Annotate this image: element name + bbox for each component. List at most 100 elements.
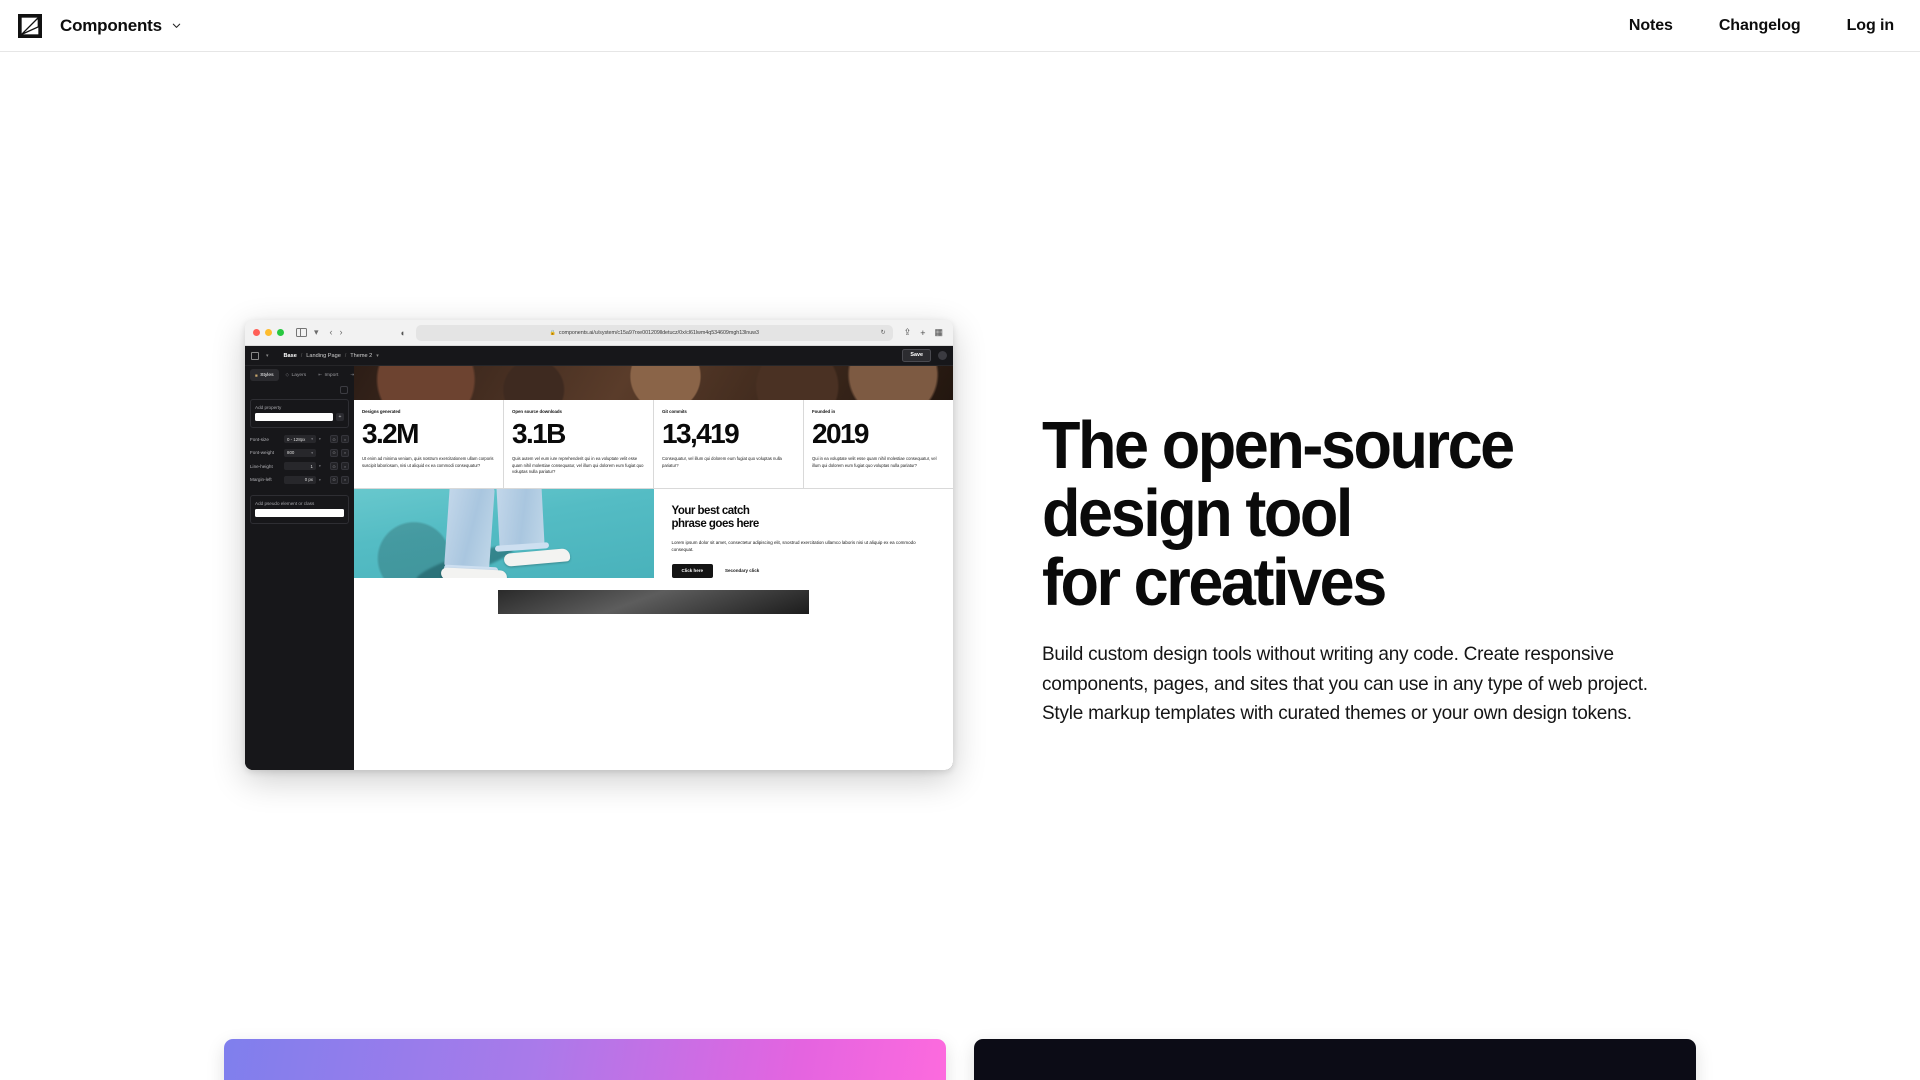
property-value-select[interactable]: 0 - 128px ▾	[284, 435, 316, 443]
stat-value: 13,419	[662, 418, 740, 449]
breadcrumb-item-base[interactable]: Base	[284, 353, 297, 359]
target-icon[interactable]: ⊙	[330, 475, 338, 484]
remove-icon[interactable]: ×	[341, 475, 349, 484]
save-button[interactable]: Save	[902, 349, 931, 362]
preview-feature-copy: Your best catch phrase goes here Lorem i…	[654, 489, 954, 578]
preview-primary-button[interactable]: Click here	[671, 564, 714, 578]
editor-sidebar: ■ Styles ◇ Layers ⇤ Import ⇥ Add propert…	[245, 366, 371, 770]
chevron-down-icon[interactable]: ▾	[319, 478, 321, 482]
page-title: The open-source design tool for creative…	[1042, 408, 1515, 620]
add-pseudo-panel: Add pseudo element or class	[250, 494, 349, 524]
add-property-row: +	[255, 413, 344, 421]
stat-label: Open source downloads	[512, 409, 562, 414]
window-traffic-lights[interactable]	[253, 329, 284, 336]
breadcrumb-separator: /	[344, 352, 347, 359]
logo-square-diagonal-icon[interactable]	[18, 13, 42, 38]
chevron-down-icon[interactable]: ▾	[266, 353, 269, 359]
chevron-down-icon[interactable]: ▾	[314, 328, 319, 337]
tab-import[interactable]: ⇤ Import	[313, 369, 343, 381]
row-actions: ⊙ ×	[330, 435, 349, 443]
chevron-down-icon[interactable]: ▾	[376, 353, 379, 359]
dark-card[interactable]	[974, 1039, 1696, 1080]
chevron-down-icon[interactable]: ▾	[319, 437, 321, 441]
sidebar-toggle-icon[interactable]	[296, 328, 307, 337]
stat-label: Founded in	[812, 409, 836, 414]
property-key: Line-height	[250, 463, 273, 469]
tab-layers-label: Layers	[291, 372, 307, 378]
breadcrumb-separator: /	[300, 352, 303, 359]
minimize-window-button[interactable]	[265, 329, 272, 336]
breadcrumb-item-landing-page[interactable]: Landing Page	[306, 353, 341, 359]
editor-body: ■ Styles ◇ Layers ⇤ Import ⇥ Add propert…	[245, 366, 953, 770]
table-row: Margin-left 0 px ▾ ⊙ ×	[250, 475, 349, 484]
property-value-input[interactable]: 1	[284, 462, 316, 470]
stat-label: Designs generated	[362, 409, 401, 414]
editor-top-actions: Save	[902, 349, 947, 362]
target-icon[interactable]: ⊙	[330, 462, 338, 470]
plus-icon[interactable]: +	[336, 413, 344, 421]
hero-subcopy: Build custom design tools without writin…	[1042, 642, 1648, 725]
stat-body: Ut enim ad minima veniam, quis nostrum e…	[362, 456, 494, 468]
chevron-left-icon[interactable]: ‹	[330, 328, 333, 337]
browser-chrome-bar: ▾ ‹ › ◖ 🔒 components.ai/u/system/c15a97r…	[245, 320, 953, 346]
tab-styles-label: Styles	[260, 372, 274, 378]
target-icon[interactable]: ⊙	[330, 435, 338, 443]
palette-icon: ■	[255, 372, 258, 378]
expand-icon[interactable]	[340, 386, 348, 394]
reload-icon[interactable]: ↻	[881, 329, 886, 336]
nav-link-changelog[interactable]: Changelog	[1719, 17, 1801, 35]
brand-dropdown[interactable]: Components	[60, 16, 182, 36]
sidebar-utility-row	[250, 386, 349, 394]
remove-icon[interactable]: ×	[341, 435, 349, 443]
page-root: Components Notes Changelog Log in ▾ ‹ › …	[0, 0, 1920, 1080]
browser-mockup: ▾ ‹ › ◖ 🔒 components.ai/u/system/c15a97r…	[245, 320, 953, 770]
avatar[interactable]	[938, 351, 947, 360]
add-property-input[interactable]	[255, 413, 333, 421]
privacy-shield-icon[interactable]: ◖	[400, 328, 405, 338]
nav-link-login[interactable]: Log in	[1847, 17, 1894, 35]
tab-import-label: Import	[324, 372, 339, 378]
property-value-input[interactable]: 0 px	[284, 475, 316, 484]
table-row: Line-height 1 ▾ ⊙ ×	[250, 462, 349, 470]
browser-address-bar[interactable]: 🔒 components.ai/u/system/c15a97rxe001209…	[415, 324, 893, 341]
chevron-down-icon[interactable]: ▾	[319, 464, 321, 468]
show-tabs-icon[interactable]: ▦	[934, 327, 943, 338]
remove-icon[interactable]: ×	[341, 448, 349, 457]
layers-icon: ◇	[285, 372, 290, 377]
property-key: Font-weight	[250, 450, 275, 455]
tab-layers[interactable]: ◇ Layers	[281, 369, 312, 381]
add-pseudo-row	[255, 508, 344, 517]
chevron-right-icon[interactable]: ›	[340, 328, 343, 337]
target-icon[interactable]: ⊙	[330, 448, 338, 457]
photo-jeans-right	[496, 488, 545, 549]
preview-secondary-link[interactable]: Secondary click	[725, 568, 759, 573]
property-value: 1	[310, 463, 313, 469]
add-pseudo-label: Add pseudo element or class	[255, 500, 315, 506]
preview-stats-row: Designs generated 3.2M Ut enim ad minima…	[354, 400, 953, 489]
tab-styles[interactable]: ■ Styles	[250, 369, 279, 381]
stat-value: 3.2M	[362, 418, 419, 449]
browser-chrome-actions: ⇪ + ▦	[904, 327, 945, 338]
breadcrumb: Base / Landing Page / Theme 2 ▾	[284, 353, 379, 359]
add-pseudo-input[interactable]	[255, 508, 344, 517]
hero-text-column: The open-source design tool for creative…	[1042, 320, 1742, 729]
app-logo-icon	[251, 351, 259, 360]
maximize-window-button[interactable]	[277, 329, 284, 336]
close-window-button[interactable]	[253, 329, 260, 336]
preview-paragraph: Lorem ipsum dolor sit amet, consectetur …	[671, 539, 916, 552]
editor-canvas[interactable]: Designs generated 3.2M Ut enim ad minima…	[354, 366, 953, 770]
chevron-down-icon: ▾	[311, 437, 313, 441]
gradient-card[interactable]	[224, 1039, 946, 1080]
editor-top-bar: ▾ Base / Landing Page / Theme 2 ▾ Save	[245, 346, 953, 366]
feature-cards-row	[0, 1039, 1920, 1080]
plus-icon[interactable]: +	[920, 328, 925, 338]
address-bar-url: components.ai/u/system/c15a97rxe001209ll…	[558, 329, 759, 336]
breadcrumb-item-theme-2[interactable]: Theme 2	[350, 353, 372, 359]
share-icon[interactable]: ⇪	[904, 327, 912, 338]
nav-link-notes[interactable]: Notes	[1629, 17, 1673, 35]
preview-bottom-image	[497, 589, 810, 614]
property-value-select[interactable]: 800 ▾	[284, 448, 316, 457]
hero-visual-column: ▾ ‹ › ◖ 🔒 components.ai/u/system/c15a97r…	[245, 320, 965, 770]
lock-icon: 🔒	[549, 329, 556, 336]
remove-icon[interactable]: ×	[341, 462, 349, 470]
